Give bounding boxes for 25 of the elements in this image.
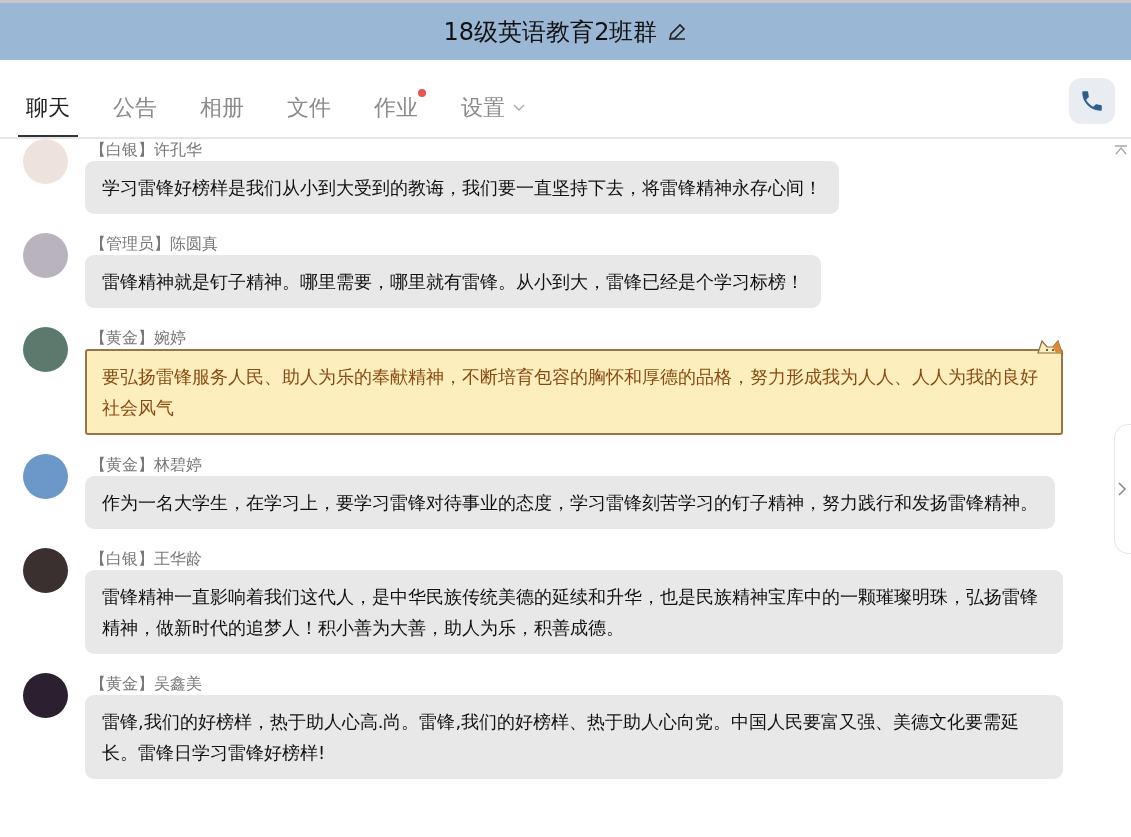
tab[interactable]: 设置 (453, 87, 533, 137)
message-bubble: 雷锋精神就是钉子精神。哪里需要，哪里就有雷锋。从小到大，雷锋已经是个学习标榜！ (85, 255, 821, 308)
sender-name: 【管理员】陈圆真 (90, 233, 218, 255)
message-bubble: 雷锋精神一直影响着我们这代人，是中华民族传统美德的延续和升华，也是民族精神宝库中的一颗璀璨明珠，弘扬雷锋精神，做新时代的追梦人！积小善为大善，助人为乐，积善成德。 (85, 570, 1063, 654)
phone-icon (1079, 88, 1105, 114)
avatar-photo[interactable] (23, 548, 68, 593)
sender-name: 【白银】许孔华 (90, 139, 202, 161)
tab[interactable]: 聊天 (18, 87, 78, 137)
window-title: 18级英语教育2班群 (443, 16, 658, 48)
sender-name: 【黄金】林碧婷 (90, 454, 202, 476)
side-panel-handle[interactable] (1114, 424, 1131, 554)
pencil-icon[interactable] (667, 21, 688, 42)
sender-name: 【黄金】吴鑫美 (90, 673, 202, 695)
avatar-photo[interactable] (23, 673, 68, 718)
phone-call-button[interactable] (1069, 78, 1115, 124)
sender-name: 【黄金】婉婷 (90, 327, 186, 349)
cat-ears-icon (1036, 338, 1064, 354)
tab[interactable]: 公告 (105, 87, 165, 137)
message-bubble: 学习雷锋好榜样是我们从小到大受到的教诲，我们要一直坚持下去，将雷锋精神永存心间！ (85, 161, 839, 214)
message-bubble: 作为一名大学生，在学习上，要学习雷锋对待事业的态度，学习雷锋刻苦学习的钉子精神，努力践行和发扬雷锋精神。 (85, 476, 1055, 529)
sender-name: 【白银】王华龄 (90, 548, 202, 570)
tab[interactable]: 作业 (366, 87, 426, 137)
message-bubble: 雷锋,我们的好榜样，热于助人心高.尚。雷锋,我们的好榜样、热于助人心向党。中国人民要富又强、美德文化要需延长。雷锋日学习雷锋好榜样! (85, 695, 1063, 779)
tab[interactable]: 相册 (192, 87, 252, 137)
tab[interactable]: 文件 (279, 87, 339, 137)
